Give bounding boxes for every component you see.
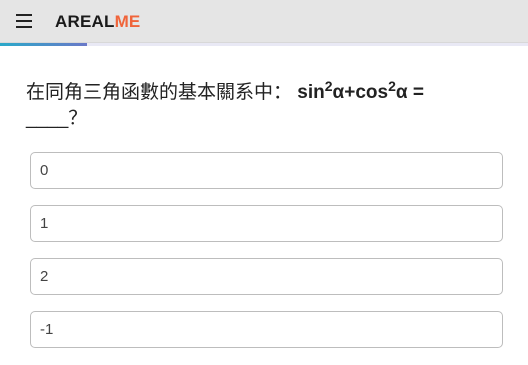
option-1[interactable]: 1 [30, 205, 503, 242]
menu-line [16, 20, 32, 22]
option-minus-1[interactable]: -1 [30, 311, 503, 348]
formula-exponent: 2 [324, 78, 333, 94]
top-bar: AREALME [0, 0, 528, 43]
logo[interactable]: AREALME [55, 12, 140, 32]
question-formula: sin2α+cos2α = [297, 79, 424, 103]
hamburger-menu-icon[interactable] [16, 14, 32, 28]
menu-line [16, 14, 32, 16]
question-mark: ？ [68, 108, 88, 129]
formula-exponent: 2 [388, 78, 396, 94]
formula-part: sin [297, 82, 325, 103]
question-prompt: 在同角三角函數的基本關系中： [26, 82, 293, 103]
formula-part: α = [395, 82, 424, 103]
option-0[interactable]: 0 [30, 152, 503, 189]
question-text: 在同角三角函數的基本關系中： sin2α+cos2α = ____？ [26, 79, 506, 132]
option-2[interactable]: 2 [30, 258, 503, 295]
answer-options: 0 1 2 -1 [30, 152, 503, 364]
logo-text-primary: AREAL [55, 12, 115, 31]
progress-bar [0, 43, 528, 46]
logo-text-accent: ME [114, 12, 141, 31]
menu-line [16, 26, 32, 28]
progress-fill [0, 43, 88, 46]
answer-blank: ____ [26, 108, 69, 129]
formula-part: α+cos [332, 82, 389, 103]
